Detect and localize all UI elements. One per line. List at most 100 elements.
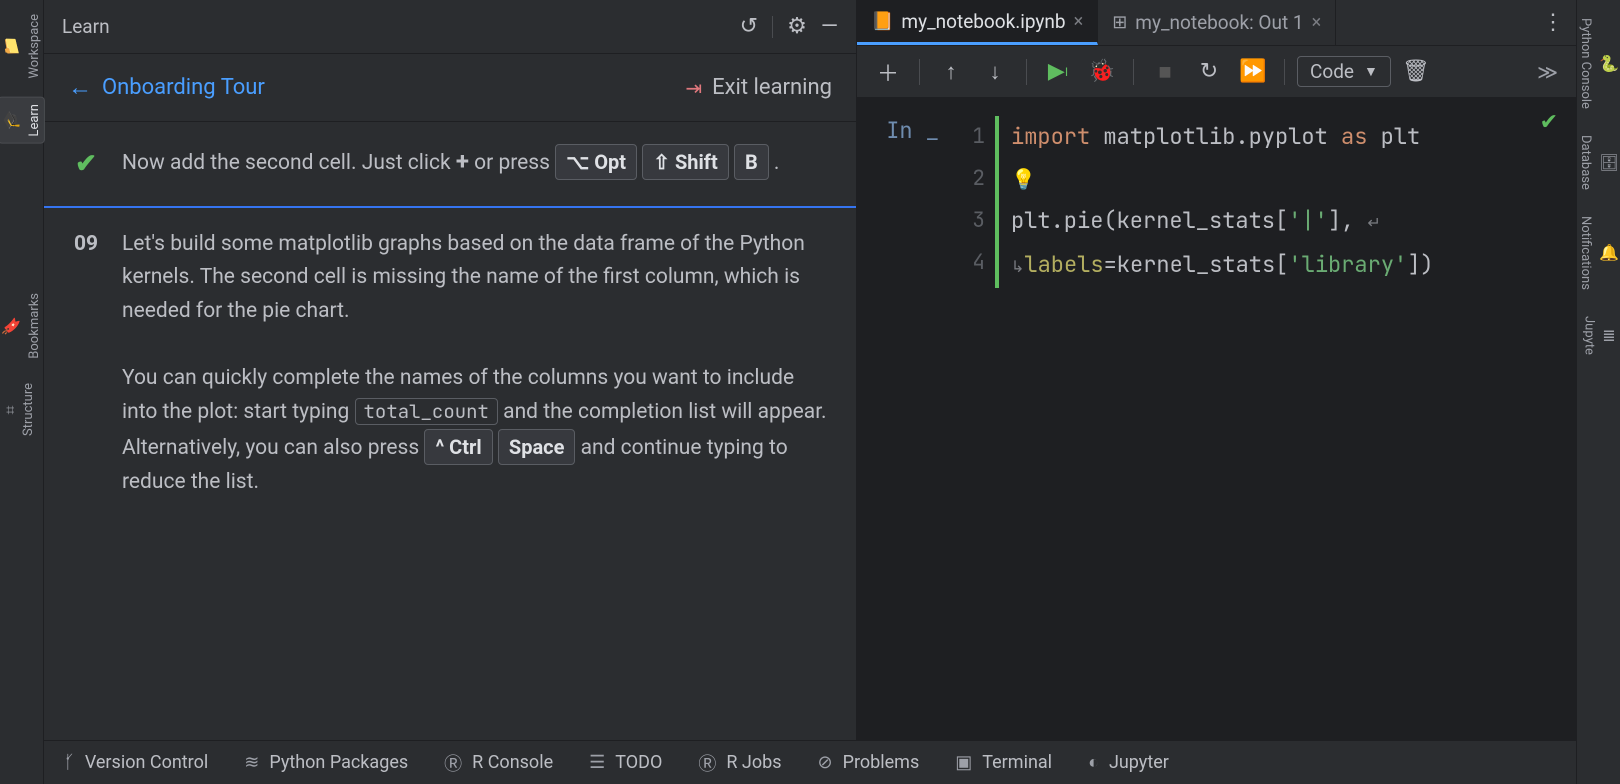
stop-button[interactable]: ■: [1146, 54, 1184, 90]
rail-database[interactable]: 🗄 Database: [1576, 131, 1620, 194]
right-tool-rail: 🐍 Python Console 🗄 Database 🔔 Notificati…: [1576, 0, 1620, 784]
debug-cell-button[interactable]: 🐞: [1083, 54, 1121, 90]
python-icon: 🐍: [1599, 54, 1619, 73]
kbd-space: Space: [498, 429, 576, 465]
rail-label: Workspace: [27, 14, 42, 79]
status-bar: ᚶ Version Control ≋ Python Packages Ⓡ R …: [44, 740, 1576, 784]
rail-label: Database: [1578, 135, 1593, 190]
editor-tab-bar: 📙 my_notebook.ipynb × ⊞ my_notebook: Out…: [857, 0, 1576, 46]
sb-r-console[interactable]: Ⓡ R Console: [444, 750, 553, 776]
terminal-icon: ▣: [955, 752, 972, 773]
jupyter-icon: ≣: [1602, 326, 1615, 345]
editor-column: 📙 my_notebook.ipynb × ⊞ my_notebook: Out…: [857, 0, 1576, 740]
notebook-file-icon: 📙: [871, 11, 893, 32]
move-up-button[interactable]: ↑: [932, 54, 970, 90]
center-column: Learn ↺ ⚙ — ← Onboarding Tour ⇥: [44, 0, 1576, 784]
step-09-para1: Let's build some matplotlib graphs based…: [122, 228, 832, 329]
exit-icon: ⇥: [685, 76, 702, 100]
rail-workspace[interactable]: 📁 Workspace: [0, 8, 44, 85]
close-icon[interactable]: ×: [1312, 12, 1322, 33]
left-tool-rail: 📁 Workspace 🎓 Learn 🔖 Bookmarks ⌗ Struct…: [0, 0, 44, 784]
gear-icon[interactable]: ⚙: [787, 14, 807, 39]
rail-label: Learn: [27, 104, 42, 137]
rail-label: Jupyte: [1581, 316, 1596, 355]
kbd-shift: ⇧ Shift: [642, 144, 728, 180]
warning-icon: ⊘: [818, 752, 833, 773]
sb-todo[interactable]: ☰ TODO: [589, 752, 662, 773]
cell-type-dropdown[interactable]: Code ▼: [1297, 56, 1391, 87]
rail-learn[interactable]: 🎓 Learn: [0, 97, 45, 144]
toolbar-more-button[interactable]: ≫: [1531, 60, 1564, 84]
tab-label: my_notebook.ipynb: [901, 10, 1065, 33]
learn-panel: Learn ↺ ⚙ — ← Onboarding Tour ⇥: [44, 0, 857, 740]
rail-jupyter-right[interactable]: ≣ Jupyte: [1579, 312, 1617, 359]
dropdown-label: Code: [1310, 60, 1354, 83]
move-down-button[interactable]: ↓: [976, 54, 1014, 90]
reset-icon[interactable]: ↺: [740, 14, 758, 39]
code-lines[interactable]: import matplotlib.pyplot as plt 💡 plt.pi…: [995, 116, 1576, 288]
code-line-1: import matplotlib.pyplot as plt: [1011, 116, 1576, 158]
sb-r-jobs[interactable]: Ⓡ R Jobs: [698, 750, 781, 776]
intention-bulb-icon[interactable]: 💡: [1011, 166, 1036, 192]
minimize-icon[interactable]: —: [821, 14, 838, 39]
r-icon: Ⓡ: [444, 750, 462, 776]
tab-menu-button[interactable]: ⋮: [1530, 0, 1576, 45]
exit-learning-button[interactable]: ⇥ Exit learning: [685, 75, 832, 100]
structure-icon: ⌗: [1, 405, 21, 414]
sb-problems[interactable]: ⊘ Problems: [818, 752, 920, 773]
back-to-tour-button[interactable]: ← Onboarding Tour: [68, 73, 265, 102]
kbd-b: B: [734, 144, 769, 180]
add-cell-button[interactable]: ＋: [869, 54, 907, 90]
kbd-ctrl: ^ Ctrl: [424, 429, 492, 465]
rail-label: Python Console: [1578, 18, 1593, 109]
step-number: 09: [68, 228, 104, 262]
tab-label: my_notebook: Out 1: [1135, 11, 1303, 34]
folder-icon: 📁: [2, 36, 21, 56]
delete-cell-button[interactable]: 🗑: [1397, 54, 1435, 90]
jupyter-icon: ◐: [1088, 752, 1099, 773]
divider: [1026, 59, 1027, 85]
tab-output[interactable]: ⊞ my_notebook: Out 1 ×: [1098, 0, 1336, 45]
restart-button[interactable]: ↻: [1190, 54, 1228, 90]
arrow-left-icon: ←: [68, 73, 92, 102]
table-icon: ⊞: [1112, 12, 1127, 33]
close-icon[interactable]: ×: [1074, 11, 1084, 32]
divider: [919, 59, 920, 85]
wrap-icon: ↵: [1367, 212, 1380, 233]
rail-notifications[interactable]: 🔔 Notifications: [1576, 212, 1620, 294]
sb-version-control[interactable]: ᚶ Version Control: [64, 752, 208, 773]
run-cell-button[interactable]: ▶I: [1039, 54, 1077, 90]
sb-jupyter[interactable]: ◐ Jupyter: [1088, 752, 1169, 773]
code-total-count: total_count: [355, 398, 498, 425]
rail-label: Notifications: [1578, 216, 1593, 290]
code-line-3: plt.pie(kernel_stats['|'], ↵: [1011, 200, 1576, 244]
code-line-2: 💡: [1011, 158, 1576, 200]
graduation-icon: 🎓: [2, 110, 21, 130]
line-gutter: 1 2 3 4: [955, 116, 995, 284]
code-cell[interactable]: In _ 1 2 3 4 import matplotlib.pyplot: [857, 116, 1576, 288]
inspection-ok-icon: ✔: [1540, 110, 1558, 135]
database-icon: 🗄: [1599, 153, 1619, 172]
learn-subheader: ← Onboarding Tour ⇥ Exit learning: [44, 54, 856, 122]
code-line-4: ↳labels=kernel_stats['library']): [1011, 244, 1576, 288]
rail-label: Bookmarks: [27, 293, 42, 359]
rail-python-console[interactable]: 🐍 Python Console: [1576, 14, 1620, 113]
run-all-button[interactable]: ⏩: [1234, 54, 1272, 90]
jobs-icon: Ⓡ: [698, 750, 716, 776]
exit-learning-label: Exit learning: [712, 75, 832, 100]
code-area[interactable]: ✔ In _ 1 2 3 4 import: [857, 98, 1576, 740]
branch-icon: ᚶ: [64, 752, 75, 773]
sb-terminal[interactable]: ▣ Terminal: [955, 752, 1052, 773]
rail-bookmarks[interactable]: 🔖 Bookmarks: [0, 287, 44, 365]
kbd-opt: ⌥ Opt: [555, 144, 637, 180]
check-icon: ✔: [68, 144, 104, 186]
divider: [1133, 59, 1134, 85]
learn-title: Learn: [62, 15, 740, 38]
divider: [1284, 59, 1285, 85]
tab-notebook[interactable]: 📙 my_notebook.ipynb ×: [857, 0, 1098, 45]
rail-structure[interactable]: ⌗ Structure: [4, 377, 38, 442]
bookmark-icon: 🔖: [2, 316, 21, 336]
learn-header: Learn ↺ ⚙ —: [44, 0, 856, 54]
sb-python-packages[interactable]: ≋ Python Packages: [244, 752, 408, 773]
step-09-text: Let's build some matplotlib graphs based…: [122, 228, 832, 500]
